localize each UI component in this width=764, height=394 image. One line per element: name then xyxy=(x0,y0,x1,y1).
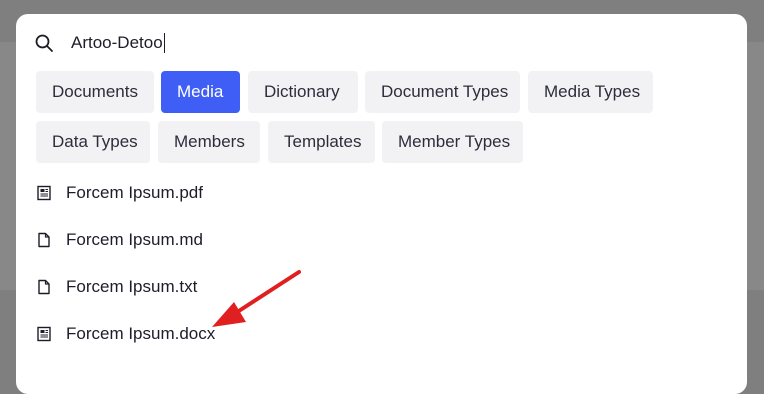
filter-dictionary[interactable]: Dictionary xyxy=(248,71,358,113)
filter-member-types[interactable]: Member Types xyxy=(382,121,523,163)
search-dialog: Documents Media Dictionary Document Type… xyxy=(16,14,747,394)
filter-data-types[interactable]: Data Types xyxy=(36,121,150,163)
result-label: Forcem Ipsum.txt xyxy=(66,277,198,296)
search-icon xyxy=(35,34,53,52)
document-lines-icon xyxy=(37,326,51,342)
filter-document-types[interactable]: Document Types xyxy=(365,71,520,113)
result-label: Forcem Ipsum.docx xyxy=(66,324,216,343)
document-lines-icon xyxy=(37,185,51,201)
filter-media-types[interactable]: Media Types xyxy=(528,71,653,113)
file-icon xyxy=(38,279,50,295)
filter-media[interactable]: Media xyxy=(161,71,240,113)
file-icon xyxy=(38,232,50,248)
text-cursor xyxy=(163,33,165,53)
result-label: Forcem Ipsum.pdf xyxy=(66,183,203,202)
filter-members[interactable]: Members xyxy=(158,121,260,163)
result-label: Forcem Ipsum.md xyxy=(66,230,203,249)
search-input[interactable] xyxy=(71,31,671,55)
filter-documents[interactable]: Documents xyxy=(36,71,154,113)
filter-templates[interactable]: Templates xyxy=(268,121,375,163)
search-bar xyxy=(16,14,747,70)
